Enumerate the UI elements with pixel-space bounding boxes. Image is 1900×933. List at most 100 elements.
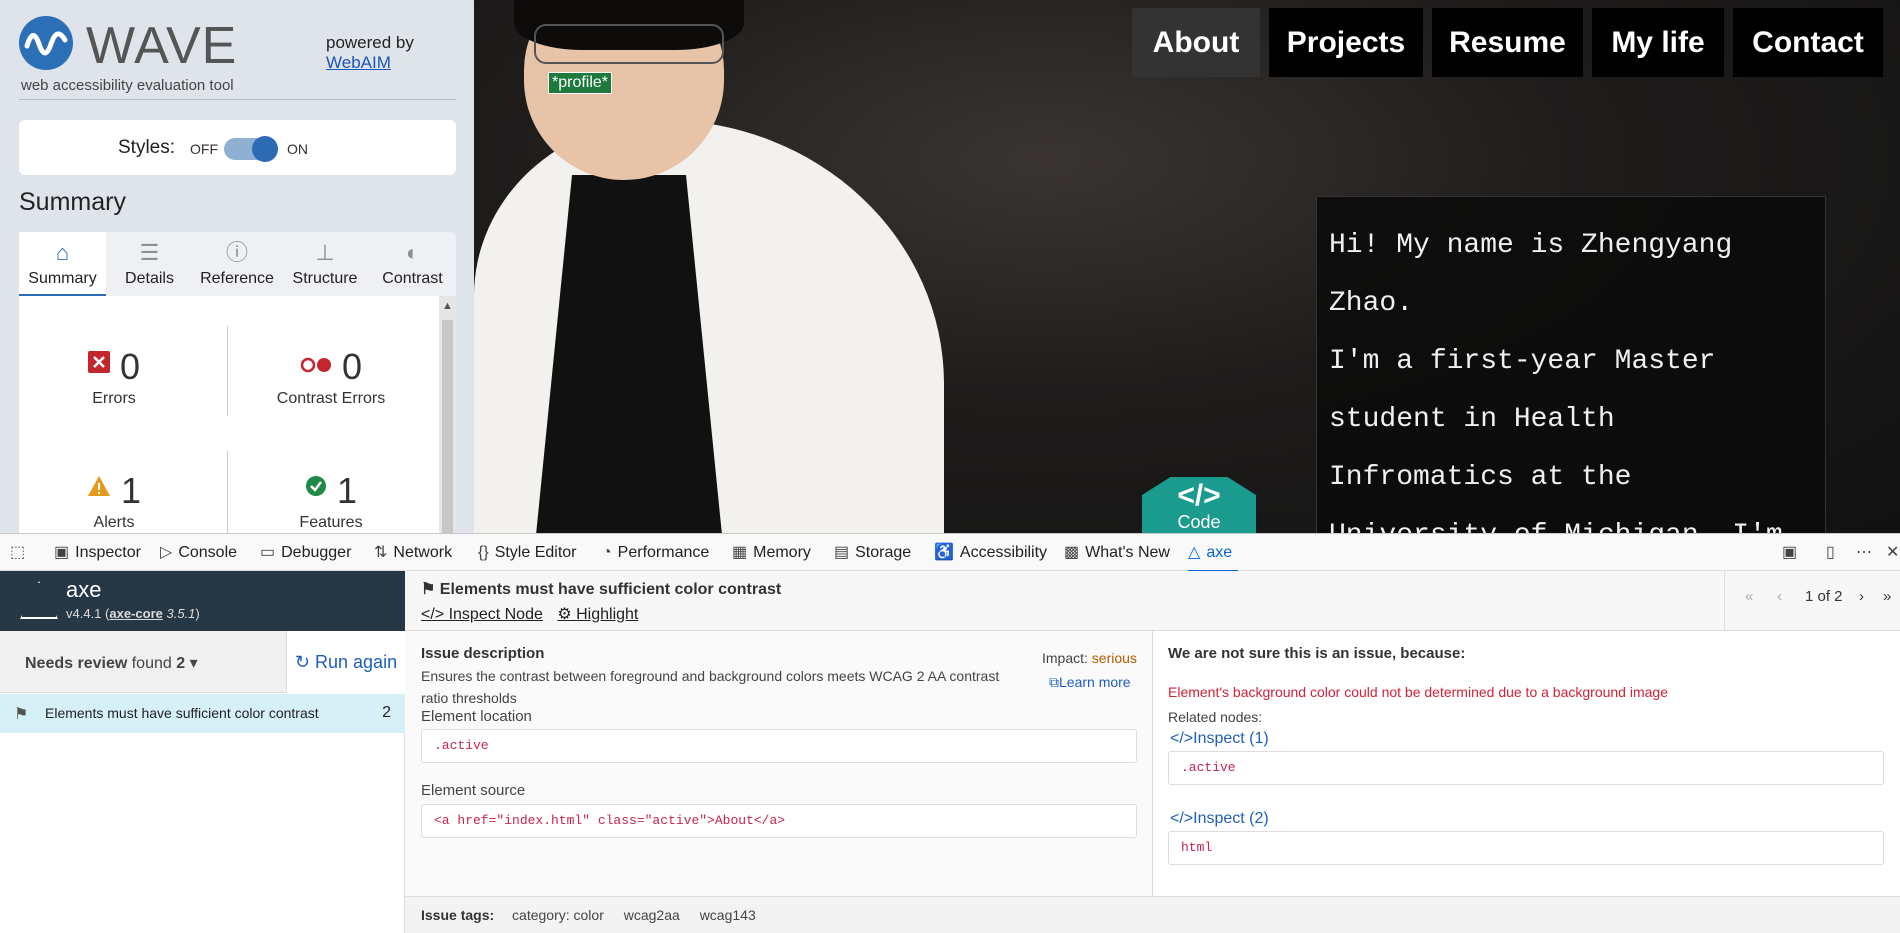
alerts-label: Alerts [93,514,135,531]
nav-my-life[interactable]: My life [1592,8,1724,77]
scroll-up-icon[interactable]: ▲ [442,300,453,312]
issue-tag: category: color [512,907,604,923]
scrollbar-thumb[interactable] [442,320,453,533]
error-icon [87,351,110,378]
wave-tagline: web accessibility evaluation tool [21,77,234,94]
nav-about[interactable]: About [1132,8,1260,77]
element-location-heading: Element location [421,708,532,725]
prev-page-icon[interactable]: ‹ [1777,588,1782,605]
issue-detail-title: ⚑ Elements must have sufficient color co… [421,579,781,599]
tab-contrast[interactable]: ◐ Contrast [369,232,456,296]
last-page-icon[interactable]: » [1883,588,1891,605]
element-picker-icon[interactable]: ⬚ [10,534,31,572]
panel-scrollbar[interactable]: ▲ [439,296,456,533]
next-page-icon[interactable]: › [1859,588,1864,605]
info-icon: ⓘ [225,240,248,265]
axe-core-link[interactable]: axe-core [109,606,162,621]
tool-label: Debugger [281,544,352,561]
tab-storage[interactable]: ▤ Storage [834,534,911,572]
run-again-button[interactable]: ↻ Run again [286,631,405,693]
found-count: 2 [176,655,186,672]
issue-reason-column: We are not sure this is an issue, becaus… [1154,631,1900,903]
gift-icon: ▩ [1064,544,1080,561]
contrast-errors-label: Contrast Errors [276,390,386,407]
tab-reference[interactable]: ⓘ Reference [193,232,281,296]
wave-profile-alt-tag[interactable]: *profile* [548,72,613,94]
tab-whats-new[interactable]: ▩ What's New [1064,534,1170,572]
close-icon[interactable]: ✕ [1886,534,1900,572]
tab-inspector[interactable]: ▣ Inspector [54,534,141,572]
not-sure-heading: We are not sure this is an issue, becaus… [1168,645,1466,662]
tab-axe[interactable]: △ axe [1188,534,1239,572]
tab-accessibility[interactable]: ♿ Accessibility [934,534,1047,572]
alerts-count: 1 [120,470,142,511]
alert-icon [87,475,111,502]
issue-title: Elements must have sufficient color cont… [45,705,319,721]
element-source-code: <a href="index.html" class="active">Abou… [421,804,1137,838]
profile-photo-glasses [534,24,724,64]
tab-performance[interactable]: ◔ Performance [602,534,709,572]
tab-debugger[interactable]: ▭ Debugger [260,534,351,572]
styles-label: Styles: [118,137,176,158]
tab-label: Contrast [382,270,443,287]
network-icon: ⇅ [374,544,388,561]
external-link-icon: ⧉ [1049,674,1059,690]
tool-label: Style Editor [494,544,577,561]
features-stat[interactable]: 1 Features [236,470,426,532]
inspect-node-button[interactable]: </> Inspect Node [421,606,543,623]
code-badge-button[interactable]: </> Code [1142,477,1256,533]
axe-panel: axe v4.4.1 (axe-core 3.5.1) Needs review… [0,571,1900,933]
needs-review-bar: Needs review found 2 ▾ ↻ Run again [0,631,405,693]
pager-text: 1 of 2 [1805,588,1843,605]
needs-review-label: Needs review [25,655,128,672]
styles-toggle[interactable] [224,136,278,162]
errors-stat[interactable]: 0 Errors [19,346,209,408]
dock-icon[interactable]: ▣ [1782,534,1803,572]
issue-detail-header: ⚑ Elements must have sufficient color co… [405,571,1900,631]
nav-resume[interactable]: Resume [1432,8,1583,77]
issue-list-item[interactable]: ⚑ Elements must have sufficient color co… [0,694,405,733]
tab-summary[interactable]: ⌂ Summary [19,232,106,296]
tab-structure[interactable]: ⊥ Structure [281,232,369,296]
learn-more-link[interactable]: ⧉Learn more [1049,671,1131,693]
contrast-errors-stat[interactable]: 0 Contrast Errors [236,346,426,408]
tab-style-editor[interactable]: {} Style Editor [478,534,577,572]
first-page-icon[interactable]: « [1745,588,1753,605]
devtools-toolbar: ⬚ ▣ Inspector ▷ Console ▭ Debugger ⇅ Network… [0,533,1900,572]
axe-header: axe v4.4.1 (axe-core 3.5.1) [0,571,405,631]
list-icon: ☰ [139,240,160,265]
performance-icon: ◔ [602,544,612,561]
nav-projects[interactable]: Projects [1269,8,1423,77]
highlight-button[interactable]: ⚙ Highlight [557,606,638,623]
inspect-2-link[interactable]: </>Inspect (2) [1170,808,1269,830]
tool-label: axe [1206,544,1233,561]
issue-tags-label: Issue tags: [421,907,495,923]
tab-network[interactable]: ⇅ Network [374,534,452,572]
intro-line: I'm a first-year Master [1329,346,1716,377]
tool-label: Console [178,544,238,561]
alerts-stat[interactable]: 1 Alerts [19,470,209,532]
tab-details[interactable]: ☰ Details [106,232,193,296]
toggle-knob [252,136,278,162]
summary-heading: Summary [19,188,126,216]
tab-label: Summary [28,270,97,287]
tab-memory[interactable]: ▦ Memory [732,534,811,572]
responsive-icon[interactable]: ▯ [1826,534,1841,572]
inspect-1-link[interactable]: </>Inspect (1) [1170,728,1269,750]
nav-contact[interactable]: Contact [1733,8,1883,77]
axe-icon: △ [1188,544,1201,561]
console-icon: ▷ [160,544,173,561]
styles-off-label: OFF [190,141,218,157]
style-editor-icon: {} [478,544,489,561]
accessibility-icon: ♿ [934,544,954,561]
webaim-link[interactable]: WebAIM [326,53,391,72]
powered-by-label: powered by [326,33,414,52]
highlight-label: Highlight [576,606,639,623]
issue-tag: wcag2aa [623,907,680,923]
code-badge-label: Code [1177,512,1221,532]
needs-review-dropdown[interactable]: Needs review found 2 ▾ [25,653,198,673]
tab-console[interactable]: ▷ Console [160,534,237,572]
run-again-label: Run again [315,652,398,672]
more-icon[interactable]: ⋯ [1856,534,1878,572]
wave-sidebar: WAVE web accessibility evaluation tool p… [0,0,474,533]
